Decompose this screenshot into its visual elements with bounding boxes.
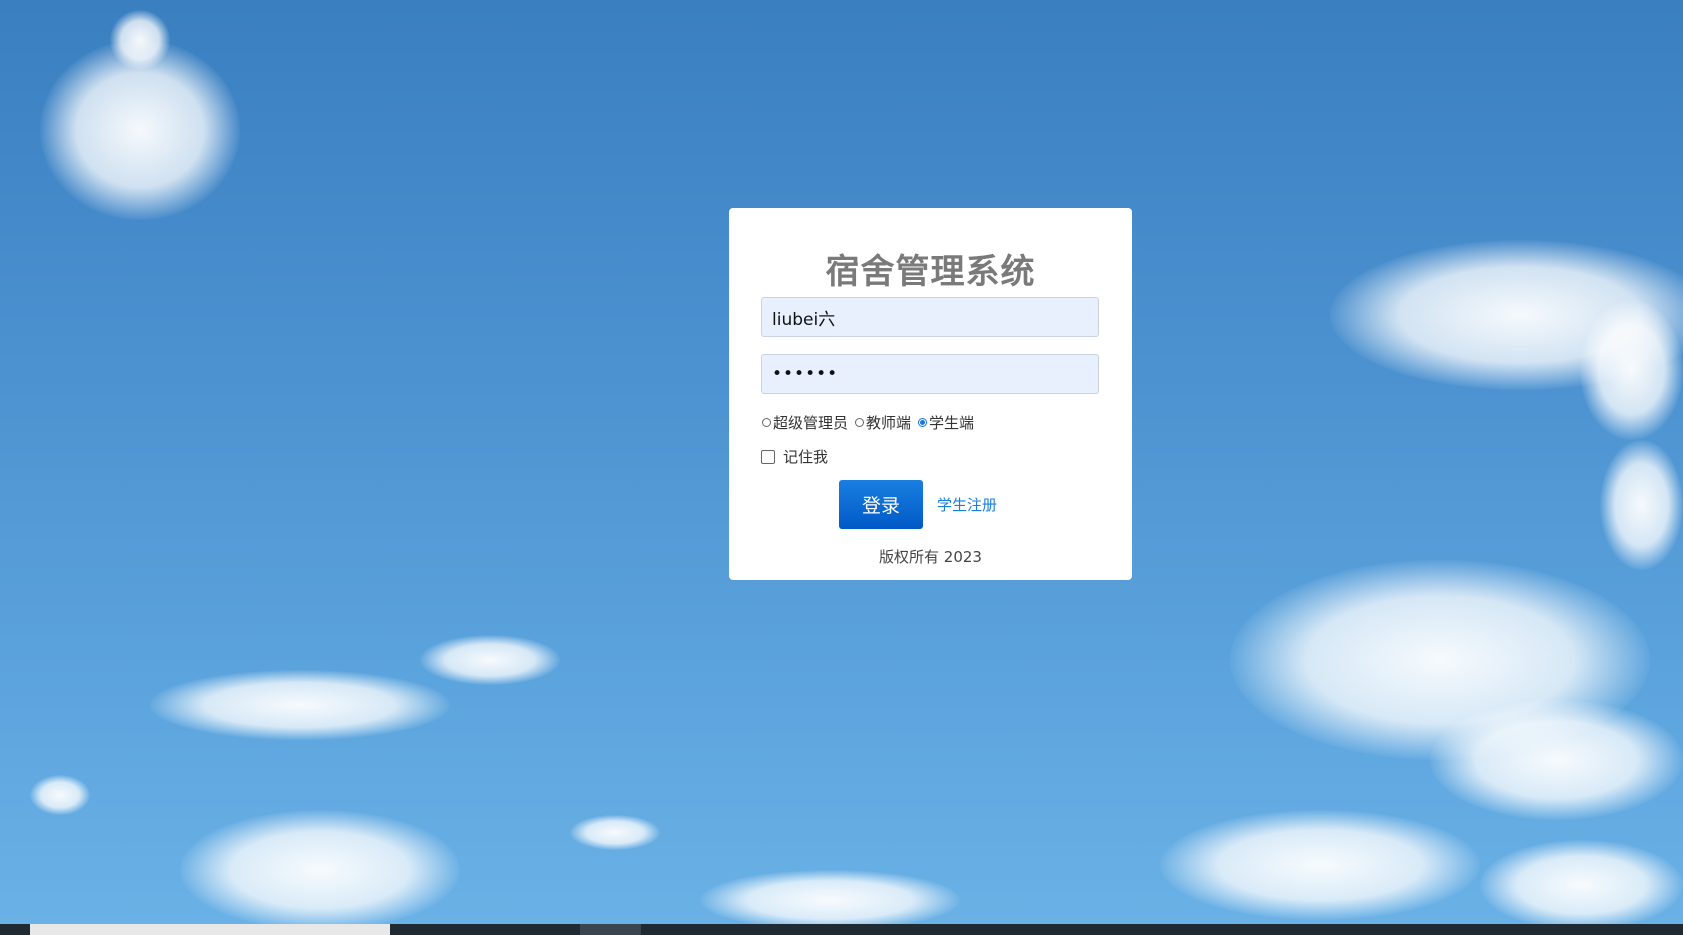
radio-checked-icon[interactable]: [918, 418, 928, 427]
login-button[interactable]: 登录: [839, 480, 923, 529]
cloud: [30, 775, 90, 815]
cloud: [1480, 840, 1683, 924]
taskbar-thumbnail[interactable]: [30, 924, 390, 935]
role-label: 学生端: [929, 414, 975, 432]
role-selector: 超级管理员 教师端 学生端: [762, 412, 981, 433]
cloud: [420, 635, 560, 685]
copyright-text: 版权所有 2023: [879, 548, 982, 566]
role-option-super-admin[interactable]: 超级管理员: [762, 412, 848, 433]
register-link[interactable]: 学生注册: [937, 494, 997, 515]
password-input[interactable]: [761, 354, 1099, 394]
role-option-student[interactable]: 学生端: [918, 412, 974, 433]
remember-label: 记住我: [783, 448, 829, 466]
login-panel: 宿舍管理系统 超级管理员 教师端 学生端 记住我 登录 学生注册 版权所有 20…: [729, 208, 1132, 580]
remember-me[interactable]: 记住我: [761, 446, 828, 467]
role-label: 超级管理员: [773, 414, 849, 432]
cloud: [150, 670, 450, 740]
cloud: [1580, 300, 1683, 440]
role-label: 教师端: [866, 414, 912, 432]
cloud: [1160, 810, 1480, 920]
role-option-teacher[interactable]: 教师端: [855, 412, 911, 433]
username-input[interactable]: [761, 297, 1099, 337]
cloud: [700, 870, 960, 924]
cloud: [1600, 440, 1683, 570]
taskbar-active-item[interactable]: [580, 924, 641, 935]
cloud: [180, 810, 460, 924]
checkbox-icon[interactable]: [761, 449, 775, 464]
radio-icon[interactable]: [855, 418, 865, 427]
cloud: [110, 10, 170, 70]
radio-icon[interactable]: [762, 418, 771, 427]
cloud: [1430, 700, 1683, 820]
cloud: [570, 815, 660, 850]
taskbar: [0, 924, 1683, 935]
page-title: 宿舍管理系统: [825, 252, 1036, 292]
